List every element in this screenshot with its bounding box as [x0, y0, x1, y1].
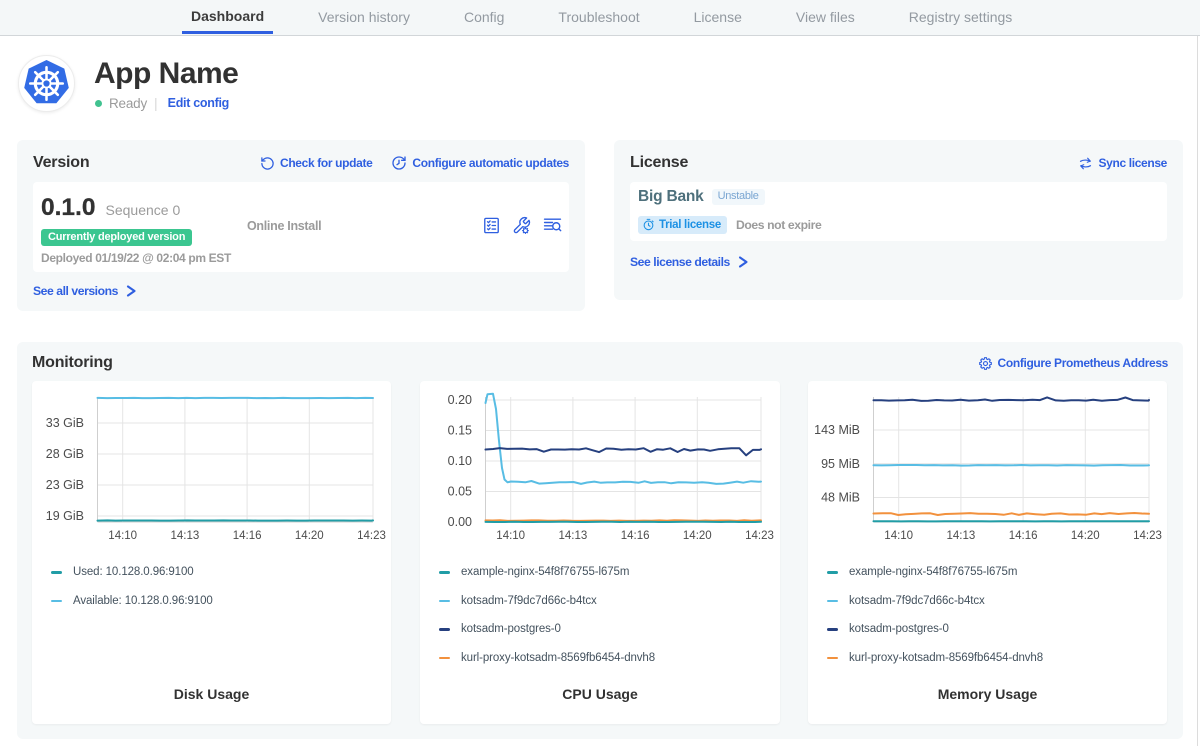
svg-text:14:20: 14:20 [1071, 530, 1100, 542]
svg-text:0.10: 0.10 [448, 454, 472, 468]
svg-text:14:10: 14:10 [108, 530, 137, 542]
svg-text:14:10: 14:10 [884, 530, 913, 542]
svg-text:14:13: 14:13 [559, 530, 588, 542]
svg-text:14:13: 14:13 [947, 530, 976, 542]
svg-text:14:23: 14:23 [1133, 530, 1162, 542]
svg-text:95 MiB: 95 MiB [821, 457, 860, 471]
svg-text:14:20: 14:20 [683, 530, 712, 542]
svg-text:19 GiB: 19 GiB [46, 509, 84, 523]
svg-text:48 MiB: 48 MiB [821, 491, 860, 505]
svg-text:143 MiB: 143 MiB [814, 423, 860, 437]
svg-text:14:16: 14:16 [233, 530, 262, 542]
svg-text:0.20: 0.20 [448, 393, 472, 407]
svg-text:14:16: 14:16 [1009, 530, 1038, 542]
svg-text:14:16: 14:16 [621, 530, 650, 542]
svg-text:0.05: 0.05 [448, 485, 472, 499]
svg-text:14:13: 14:13 [171, 530, 200, 542]
svg-text:14:23: 14:23 [357, 530, 386, 542]
svg-text:0.15: 0.15 [448, 424, 472, 438]
svg-text:33 GiB: 33 GiB [46, 416, 84, 430]
svg-text:14:23: 14:23 [745, 530, 774, 542]
svg-text:28 GiB: 28 GiB [46, 447, 84, 461]
svg-text:14:20: 14:20 [295, 530, 324, 542]
svg-text:14:10: 14:10 [496, 530, 525, 542]
svg-text:23 GiB: 23 GiB [46, 478, 84, 492]
svg-text:0.00: 0.00 [448, 515, 472, 529]
